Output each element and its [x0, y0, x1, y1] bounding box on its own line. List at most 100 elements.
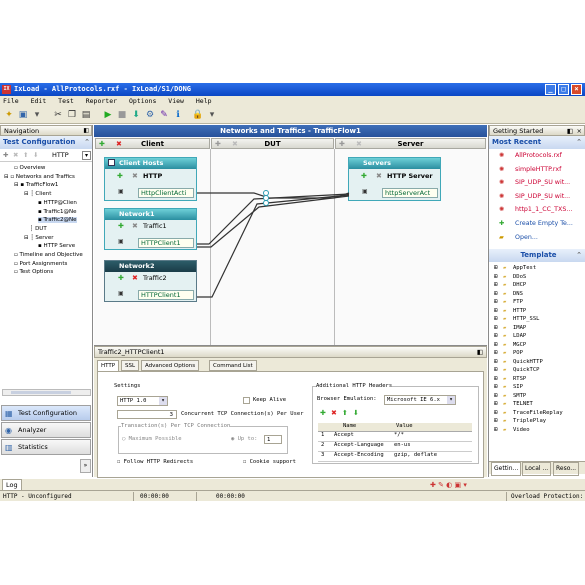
expand-icon[interactable]: ⊞	[494, 349, 498, 358]
expand-icon[interactable]: ⊞	[494, 290, 498, 299]
down-icon[interactable]: ⬇	[33, 149, 38, 162]
lock-icon[interactable]: 🔒	[192, 109, 204, 121]
recent-item[interactable]: ✺ SIP_UDP_SU wit...	[489, 190, 585, 204]
tab-getting-started[interactable]: Gettin...	[491, 462, 522, 476]
tree-item-dut[interactable]: ┆ DUT	[4, 225, 92, 234]
table-row[interactable]: 3 Accept-Encoding gzip, deflate	[318, 452, 472, 462]
breadcrumb-dropdown[interactable]: ▾	[82, 151, 91, 160]
expand-icon[interactable]: ⊞	[494, 383, 498, 392]
pin-icon[interactable]: ◧	[477, 347, 483, 357]
tab-command-list[interactable]: Command List	[209, 360, 257, 371]
tab-advanced-options[interactable]: Advanced Options	[141, 360, 200, 371]
template-item[interactable]: ⊞ ▰ HTTP_SSL	[489, 315, 585, 324]
tree-item-http-client[interactable]: ▪ HTTP@Clien	[4, 199, 92, 208]
up-to-radio[interactable]: ◉ Up to:	[231, 436, 258, 442]
tree-item-traffic2[interactable]: ▪ Traffic2@Ne	[4, 216, 92, 225]
tree-item-trafficflow1[interactable]: ⊟ ▪ TrafficFlow1	[4, 181, 92, 190]
expand-icon[interactable]: ⊞	[494, 298, 498, 307]
up-icon[interactable]: ⬆	[23, 149, 28, 162]
test-configuration-section[interactable]: Test Configuration ⌃	[0, 136, 92, 149]
expand-icon[interactable]: ⊞	[494, 400, 498, 409]
run-icon[interactable]: ▶	[102, 109, 114, 121]
tree-item-networks[interactable]: ⊟ ▫ Networks and Traffics	[4, 173, 92, 182]
recent-item[interactable]: ✺ AllProtocols.rxf	[489, 149, 585, 163]
new-icon[interactable]: ✦	[3, 109, 15, 121]
template-item[interactable]: ⊞ ▰ DDoS	[489, 273, 585, 282]
paste-icon[interactable]: ▤	[80, 109, 92, 121]
recent-item[interactable]: ✺ simpleHTTP.rxf	[489, 163, 585, 177]
copy-icon[interactable]: ❐	[66, 109, 78, 121]
template-item[interactable]: ⊞ ▰ HTTP	[489, 307, 585, 316]
expand-icon[interactable]: ⊞	[494, 375, 498, 384]
recent-item[interactable]: ✺ SIP_UDP_SU wit...	[489, 176, 585, 190]
tree-item-client[interactable]: ⊟ ┆ Client	[4, 190, 92, 199]
follow-redirects-checkbox[interactable]: ☐ Follow HTTP Redirects	[117, 459, 193, 465]
template-section[interactable]: Template ⌃	[489, 249, 585, 263]
delete-header-icon[interactable]: ✖	[331, 409, 337, 417]
expand-icon[interactable]: ⊞	[494, 426, 498, 435]
expand-icon[interactable]: ⊞	[494, 273, 498, 282]
tree-item-port-assignments[interactable]: ▫ Port Assignments	[4, 260, 92, 269]
stop-icon[interactable]: ■	[116, 109, 128, 121]
template-item[interactable]: ⊞ ▰ POP	[489, 349, 585, 358]
delete-icon[interactable]: ✖	[13, 149, 18, 162]
template-item[interactable]: ⊞ ▰ RTSP	[489, 375, 585, 384]
close-icon[interactable]: ×	[577, 126, 582, 136]
tab-ssl[interactable]: SSL	[121, 360, 140, 371]
tree-item-traffic1[interactable]: ▪ Traffic1@Ne	[4, 208, 92, 217]
expand-icon[interactable]: ⊞	[494, 315, 498, 324]
tree-item-timeline[interactable]: ▫ Timeline and Objective	[4, 251, 92, 260]
more-icon[interactable]: ▾	[206, 109, 218, 121]
menu-edit[interactable]: Edit	[31, 97, 47, 105]
concurrent-connections-input[interactable]: 3	[117, 410, 177, 419]
browser-emulation-select[interactable]: Microsoft IE 6.x ▾	[384, 395, 456, 405]
template-item[interactable]: ⊞ ▰ TraceFileReplay	[489, 409, 585, 418]
table-row[interactable]: 1 Accept */*	[318, 432, 472, 442]
menu-file[interactable]: File	[3, 97, 19, 105]
template-item[interactable]: ⊞ ▰ Video	[489, 426, 585, 435]
most-recent-section[interactable]: Most Recent ⌃	[489, 136, 585, 149]
expand-icon[interactable]: ⊞	[494, 264, 498, 273]
template-item[interactable]: ⊞ ▰ SIP	[489, 383, 585, 392]
tree-item-test-options[interactable]: ▫ Test Options	[4, 268, 92, 277]
menu-reporter[interactable]: Reporter	[86, 97, 117, 105]
edit-icon[interactable]: ✎	[158, 109, 170, 121]
create-empty-test-link[interactable]: ✚ Create Empty Te...	[489, 217, 585, 231]
pin-icon[interactable]: ◧	[567, 126, 573, 136]
tree-item-http-server[interactable]: ▪ HTTP Serve	[4, 242, 92, 251]
template-item[interactable]: ⊞ ▰ DNS	[489, 290, 585, 299]
menu-options[interactable]: Options	[129, 97, 156, 105]
expand-icon[interactable]: ⊞	[494, 341, 498, 350]
add-header-icon[interactable]: ✚	[320, 409, 326, 417]
expand-icon[interactable]: ⊞	[494, 409, 498, 418]
max-possible-radio[interactable]: ◯ Maximum Possible	[122, 436, 182, 442]
http-version-select[interactable]: HTTP 1.0 ▾	[117, 396, 168, 406]
expand-icon[interactable]: ⊞	[494, 307, 498, 316]
template-item[interactable]: ⊞ ▰ TELNET	[489, 400, 585, 409]
template-item[interactable]: ⊞ ▰ SMTP	[489, 392, 585, 401]
minimize-button[interactable]: _	[545, 84, 556, 95]
analyze-icon[interactable]: ⚙	[144, 109, 156, 121]
template-item[interactable]: ⊞ ▰ TriplePlay	[489, 417, 585, 426]
expand-icon[interactable]: ⊞	[494, 324, 498, 333]
table-row[interactable]: 2 Accept-Language en-us	[318, 442, 472, 452]
menu-test[interactable]: Test	[58, 97, 74, 105]
info-icon[interactable]: ℹ	[172, 109, 184, 121]
apply-icon[interactable]: ⬇	[130, 109, 142, 121]
tab-resources[interactable]: Reso...	[553, 462, 580, 476]
template-item[interactable]: ⊞ ▰ FTP	[489, 298, 585, 307]
maximize-button[interactable]: □	[558, 84, 569, 95]
collapse-icon[interactable]: ⌃	[576, 249, 582, 262]
template-item[interactable]: ⊞ ▰ LDAP	[489, 332, 585, 341]
analyzer-button[interactable]: ◉ Analyzer	[1, 422, 91, 438]
template-item[interactable]: ⊞ ▰ QuickTCP	[489, 366, 585, 375]
tree-item-server[interactable]: ⊟ ┆ Server	[4, 234, 92, 243]
dropdown-icon[interactable]: ▾	[31, 109, 43, 121]
save-icon[interactable]: ▣	[17, 109, 29, 121]
cut-icon[interactable]: ✂	[52, 109, 64, 121]
close-button[interactable]: ×	[571, 84, 582, 95]
expand-icon[interactable]: ⊞	[494, 417, 498, 426]
cookie-support-checkbox[interactable]: ☐ Cookie support	[243, 459, 296, 465]
recent-item[interactable]: ✺ http1_1_CC_TXS...	[489, 203, 585, 217]
pin-icon[interactable]: ◧	[83, 126, 89, 136]
